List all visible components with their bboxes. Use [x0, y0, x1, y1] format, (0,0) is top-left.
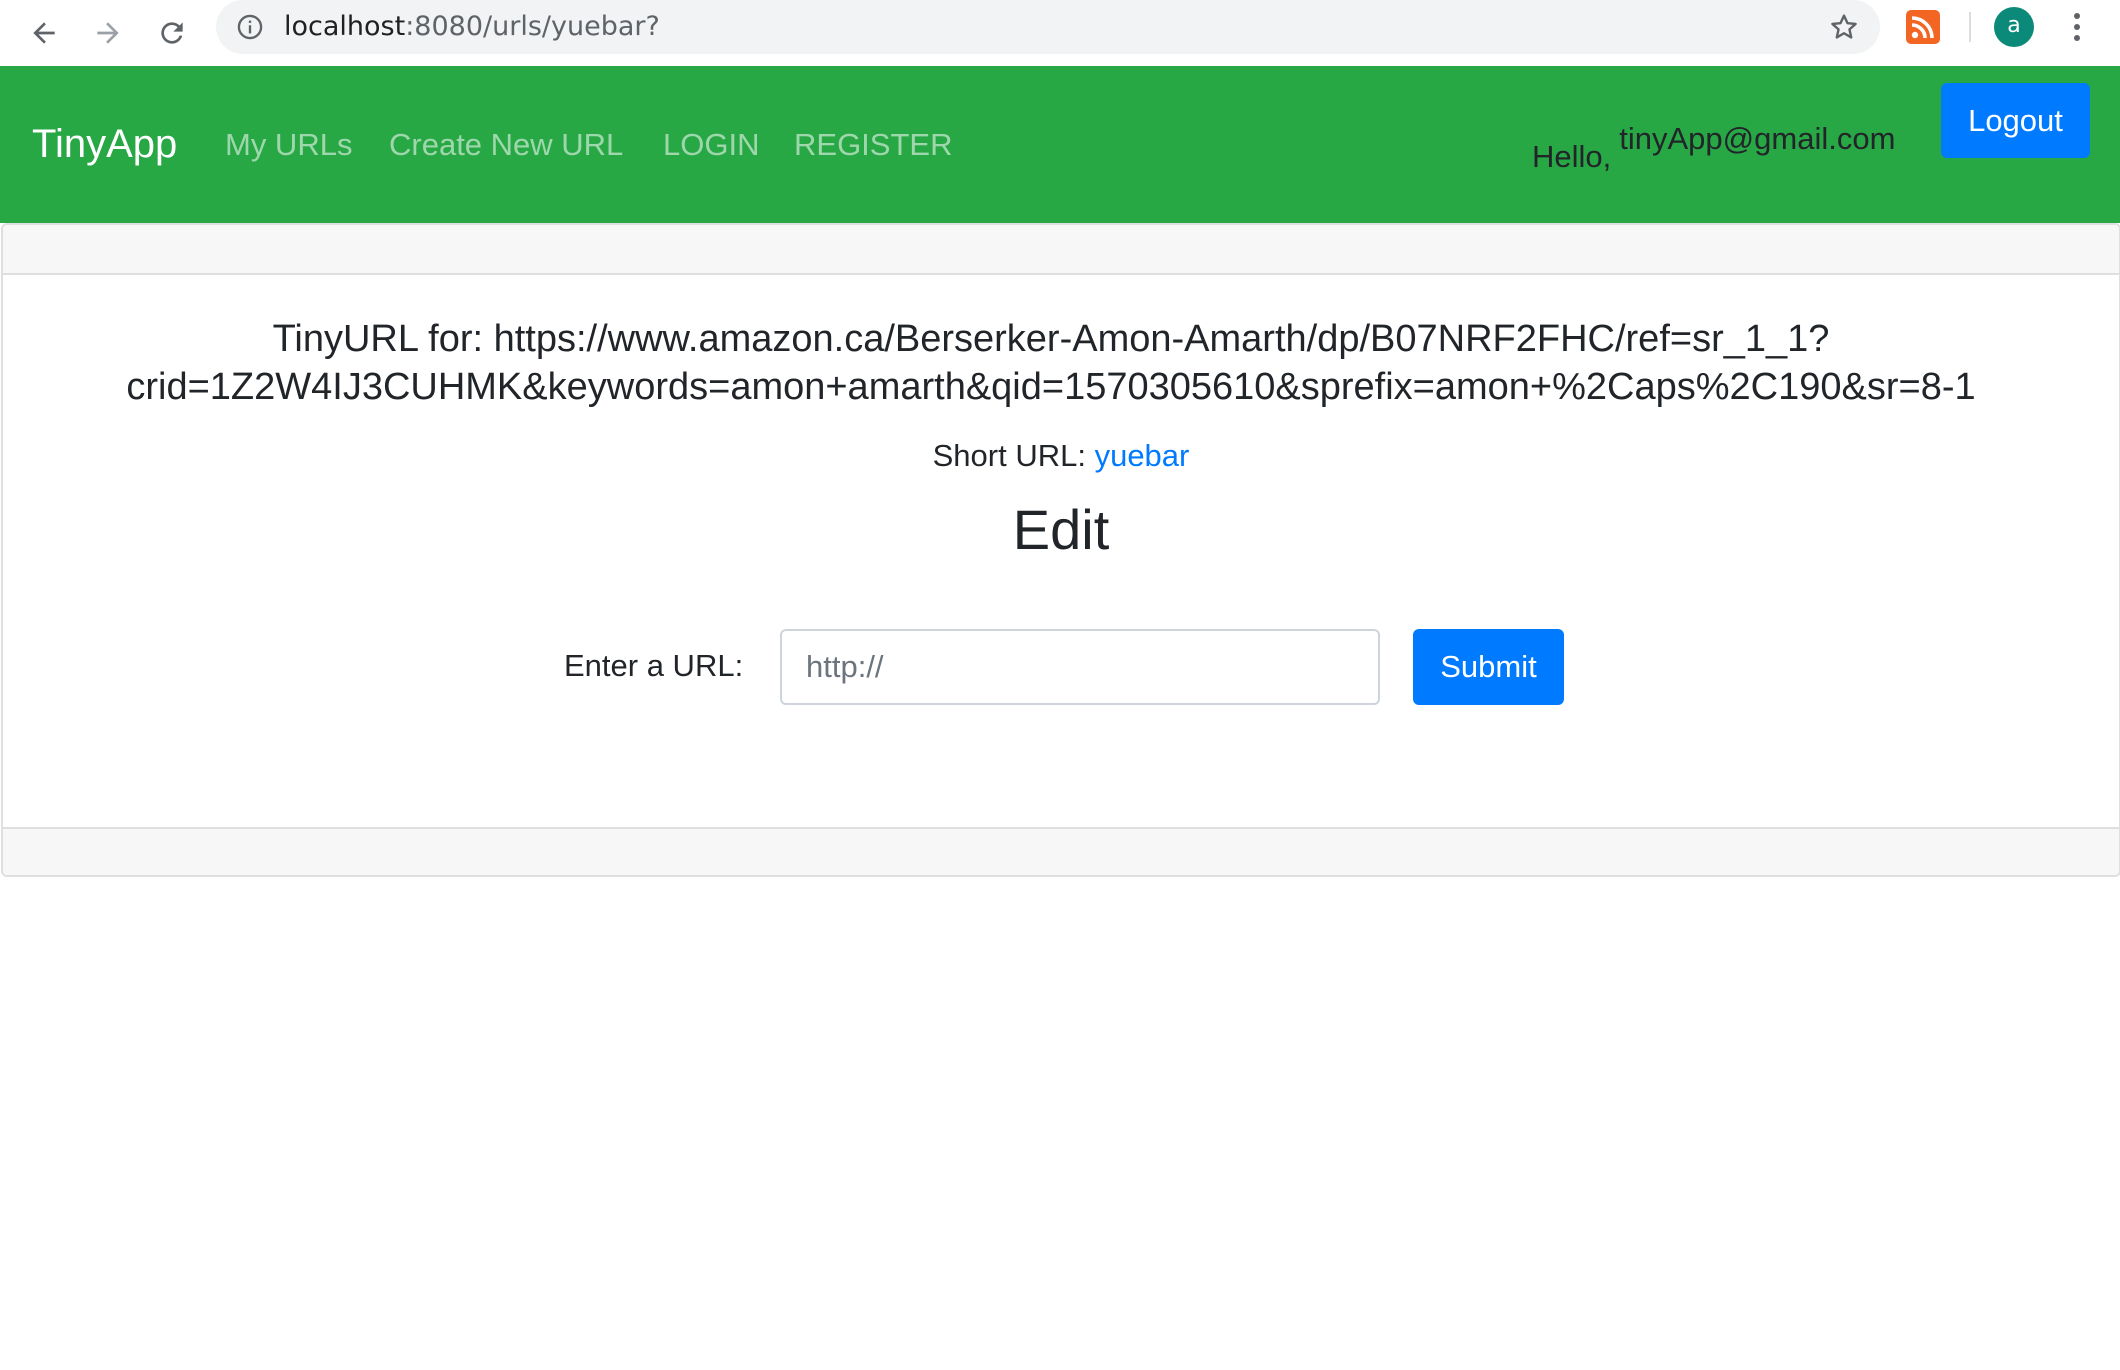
brand-link[interactable]: TinyApp — [32, 120, 177, 168]
short-url-line: Short URL: yuebar — [3, 437, 2119, 475]
nav-link-my-urls[interactable]: My URLs — [225, 126, 352, 163]
nav-link-create-new-url[interactable]: Create New URL — [389, 126, 623, 163]
arrow-left-icon — [33, 22, 55, 44]
edit-url-form: Enter a URL: Submit — [3, 629, 2119, 705]
long-url-title: TinyURL for: https://www.amazon.ca/Berse… — [126, 318, 1976, 408]
user-greeting: Hello,tinyApp@gmail.com — [1532, 120, 1896, 174]
url-input-label: Enter a URL: — [564, 648, 744, 683]
url-path: :8080/urls/yuebar? — [405, 11, 660, 42]
rss-icon[interactable] — [1906, 10, 1940, 44]
url-host: localhost — [284, 11, 406, 42]
toolbar-divider — [1969, 12, 1971, 42]
app-navbar: TinyApp My URLs Create New URL LOGIN REG… — [0, 66, 2120, 223]
star-icon[interactable] — [1828, 11, 1860, 43]
submit-button[interactable]: Submit — [1413, 629, 1564, 705]
short-url-link[interactable]: yuebar — [1095, 438, 1190, 473]
logout-button[interactable]: Logout — [1941, 83, 2090, 158]
back-button[interactable] — [17, 6, 71, 60]
short-url-label: Short URL: — [932, 438, 1086, 473]
address-bar-url: localhost:8080/urls/yuebar? — [284, 0, 660, 54]
reload-icon — [161, 22, 183, 44]
address-bar[interactable]: localhost:8080/urls/yuebar? — [216, 0, 1880, 54]
nav-link-register[interactable]: REGISTER — [794, 126, 952, 163]
info-icon[interactable] — [236, 13, 264, 41]
kebab-menu-icon[interactable] — [2066, 10, 2088, 44]
long-url-input[interactable] — [780, 629, 1380, 705]
browser-toolbar: localhost:8080/urls/yuebar? a — [0, 0, 2120, 66]
arrow-right-icon — [97, 22, 119, 44]
forward-button[interactable] — [81, 6, 135, 60]
nav-link-login[interactable]: LOGIN — [663, 126, 759, 163]
edit-heading: Edit — [1012, 498, 1110, 561]
url-card: TinyURL for: https://www.amazon.ca/Berse… — [1, 223, 2120, 877]
reload-button[interactable] — [145, 6, 199, 60]
card-header — [3, 225, 2119, 275]
card-body: TinyURL for: https://www.amazon.ca/Berse… — [3, 275, 2119, 827]
user-email: tinyApp@gmail.com — [1619, 121, 1896, 156]
card-footer — [3, 827, 2119, 875]
profile-avatar[interactable]: a — [1994, 7, 2034, 47]
greeting-text: Hello, — [1532, 139, 1612, 174]
